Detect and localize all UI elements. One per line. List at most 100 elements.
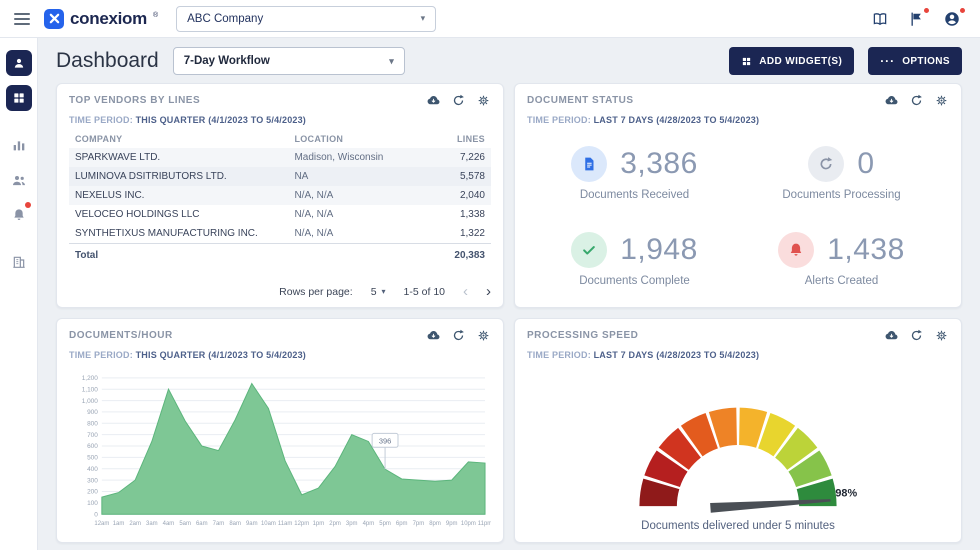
sidebar-item-notifications[interactable] <box>6 202 32 228</box>
workflow-selector[interactable]: 7-Day Workflow ▾ <box>173 47 405 75</box>
menu-icon[interactable] <box>14 13 30 25</box>
table-pagination: Rows per page: 5 ▾ 1-5 of 10 ‹ › <box>69 280 491 299</box>
svg-text:700: 700 <box>87 432 98 439</box>
logo-registered-mark: ® <box>153 12 158 19</box>
svg-text:9am: 9am <box>246 521 258 527</box>
svg-text:10am: 10am <box>261 521 276 527</box>
svg-text:8am: 8am <box>229 521 241 527</box>
flag-notifications-icon[interactable] <box>906 9 926 29</box>
check-icon <box>571 232 607 268</box>
docs-book-icon[interactable] <box>870 9 890 29</box>
download-icon[interactable] <box>884 93 899 108</box>
settings-gear-icon[interactable] <box>934 93 949 108</box>
topbar: conexiom ® ABC Company ▾ <box>0 0 980 38</box>
users-icon <box>11 172 27 188</box>
settings-gear-icon[interactable] <box>476 328 491 343</box>
download-icon[interactable] <box>426 328 441 343</box>
table-row[interactable]: SPARKWAVE LTD.Madison, Wisconsin7,226 <box>69 148 491 167</box>
sync-icon <box>808 146 844 182</box>
stat-value: 0 <box>857 147 874 181</box>
widget-title: DOCUMENTS/HOUR <box>69 330 173 341</box>
widget-documents-hour: DOCUMENTS/HOUR TIME PERIOD: THIS QUARTER… <box>56 318 504 543</box>
rows-per-page-label: Rows per page: <box>279 286 353 298</box>
sidebar <box>0 38 38 550</box>
svg-text:600: 600 <box>87 443 98 450</box>
notification-dot <box>923 7 930 14</box>
sidebar-item-dashboard[interactable] <box>6 85 32 111</box>
svg-text:4am: 4am <box>163 521 175 527</box>
svg-text:3am: 3am <box>146 521 158 527</box>
vendors-table: COMPANY LOCATION LINES SPARKWAVE LTD.Mad… <box>69 130 491 265</box>
logo-text: conexiom <box>70 9 147 29</box>
table-row[interactable]: SYNTHETIXUS MANUFACTURING INC.N/A, N/A1,… <box>69 224 491 244</box>
bell-icon <box>11 207 27 223</box>
svg-text:5pm: 5pm <box>379 521 391 527</box>
widget-top-vendors: TOP VENDORS BY LINES TIME PERIOD: THIS Q… <box>56 83 504 308</box>
time-period: TIME PERIOD: THIS QUARTER (4/1/2023 TO 5… <box>69 115 491 125</box>
chevron-down-icon: ▾ <box>382 287 386 296</box>
rows-per-page-selector[interactable]: 5 ▾ <box>371 286 386 298</box>
options-button[interactable]: ··· OPTIONS <box>868 47 962 75</box>
stat-label: Documents Complete <box>579 275 690 287</box>
next-page-icon[interactable]: › <box>486 284 491 299</box>
table-row[interactable]: VELOCEO HOLDINGS LLCN/A, N/A1,338 <box>69 205 491 224</box>
stat-alerts-created: 1,438 Alerts Created <box>738 221 945 300</box>
widget-document-status: DOCUMENT STATUS TIME PERIOD: LAST 7 DAYS… <box>514 83 962 308</box>
add-widgets-button[interactable]: ADD WIDGET(S) <box>729 47 854 75</box>
stat-label: Alerts Created <box>805 275 879 287</box>
options-label: OPTIONS <box>902 56 950 67</box>
svg-text:4pm: 4pm <box>363 521 375 527</box>
user-account-icon[interactable] <box>942 9 962 29</box>
person-icon <box>12 56 26 70</box>
account-alert-dot <box>959 7 966 14</box>
company-selector[interactable]: ABC Company ▾ <box>176 6 436 32</box>
stat-value: 3,386 <box>620 147 698 181</box>
sidebar-notification-dot <box>25 202 31 208</box>
main-content: Dashboard 7-Day Workflow ▾ ADD WIDGET(S)… <box>38 38 980 550</box>
conexiom-logo-icon <box>44 9 64 29</box>
svg-text:10pm: 10pm <box>461 521 476 527</box>
document-icon <box>571 146 607 182</box>
building-icon <box>11 254 27 270</box>
conexiom-logo[interactable]: conexiom ® <box>44 9 158 29</box>
svg-text:6am: 6am <box>196 521 208 527</box>
previous-page-icon[interactable]: ‹ <box>463 284 468 299</box>
table-total-row: Total 20,383 <box>69 244 491 266</box>
refresh-icon[interactable] <box>909 93 924 108</box>
sidebar-item-analytics[interactable] <box>6 132 32 158</box>
processing-speed-gauge: 98% <box>527 365 949 516</box>
stat-label: Documents Processing <box>782 189 900 201</box>
svg-text:0: 0 <box>94 511 98 518</box>
sidebar-item-users[interactable] <box>6 167 32 193</box>
refresh-icon[interactable] <box>451 328 466 343</box>
widget-title: DOCUMENT STATUS <box>527 95 634 106</box>
svg-text:7am: 7am <box>213 521 225 527</box>
svg-text:2am: 2am <box>129 521 141 527</box>
stat-documents-processing: 0 Documents Processing <box>738 134 945 213</box>
ellipsis-icon: ··· <box>880 55 895 67</box>
settings-gear-icon[interactable] <box>934 328 949 343</box>
svg-text:500: 500 <box>87 455 98 462</box>
table-row[interactable]: NEXELUS INC.N/A, N/A2,040 <box>69 186 491 205</box>
download-icon[interactable] <box>884 328 899 343</box>
bar-chart-icon <box>11 137 27 153</box>
widget-title: PROCESSING SPEED <box>527 330 638 341</box>
download-icon[interactable] <box>426 93 441 108</box>
refresh-icon[interactable] <box>451 93 466 108</box>
svg-text:9pm: 9pm <box>446 521 458 527</box>
sidebar-item-account[interactable] <box>6 50 32 76</box>
table-row[interactable]: LUMINOVA DSITRIBUTORS LTD.NA5,578 <box>69 167 491 186</box>
document-status-grid: 3,386 Documents Received 0 Documents Pro… <box>527 130 949 299</box>
time-period: TIME PERIOD: THIS QUARTER (4/1/2023 TO 5… <box>69 350 491 360</box>
documents-hour-chart[interactable]: 01002003004005006007008009001,0001,1001,… <box>69 365 491 534</box>
column-header-location: LOCATION <box>288 130 415 148</box>
svg-text:3pm: 3pm <box>346 521 358 527</box>
svg-text:11am: 11am <box>278 521 293 527</box>
settings-gear-icon[interactable] <box>476 93 491 108</box>
stat-value: 1,948 <box>620 233 698 267</box>
refresh-icon[interactable] <box>909 328 924 343</box>
add-widgets-label: ADD WIDGET(S) <box>759 56 842 67</box>
sidebar-item-organization[interactable] <box>6 249 32 275</box>
column-header-company: COMPANY <box>69 130 288 148</box>
widget-processing-speed: PROCESSING SPEED TIME PERIOD: LAST 7 DAY… <box>514 318 962 543</box>
